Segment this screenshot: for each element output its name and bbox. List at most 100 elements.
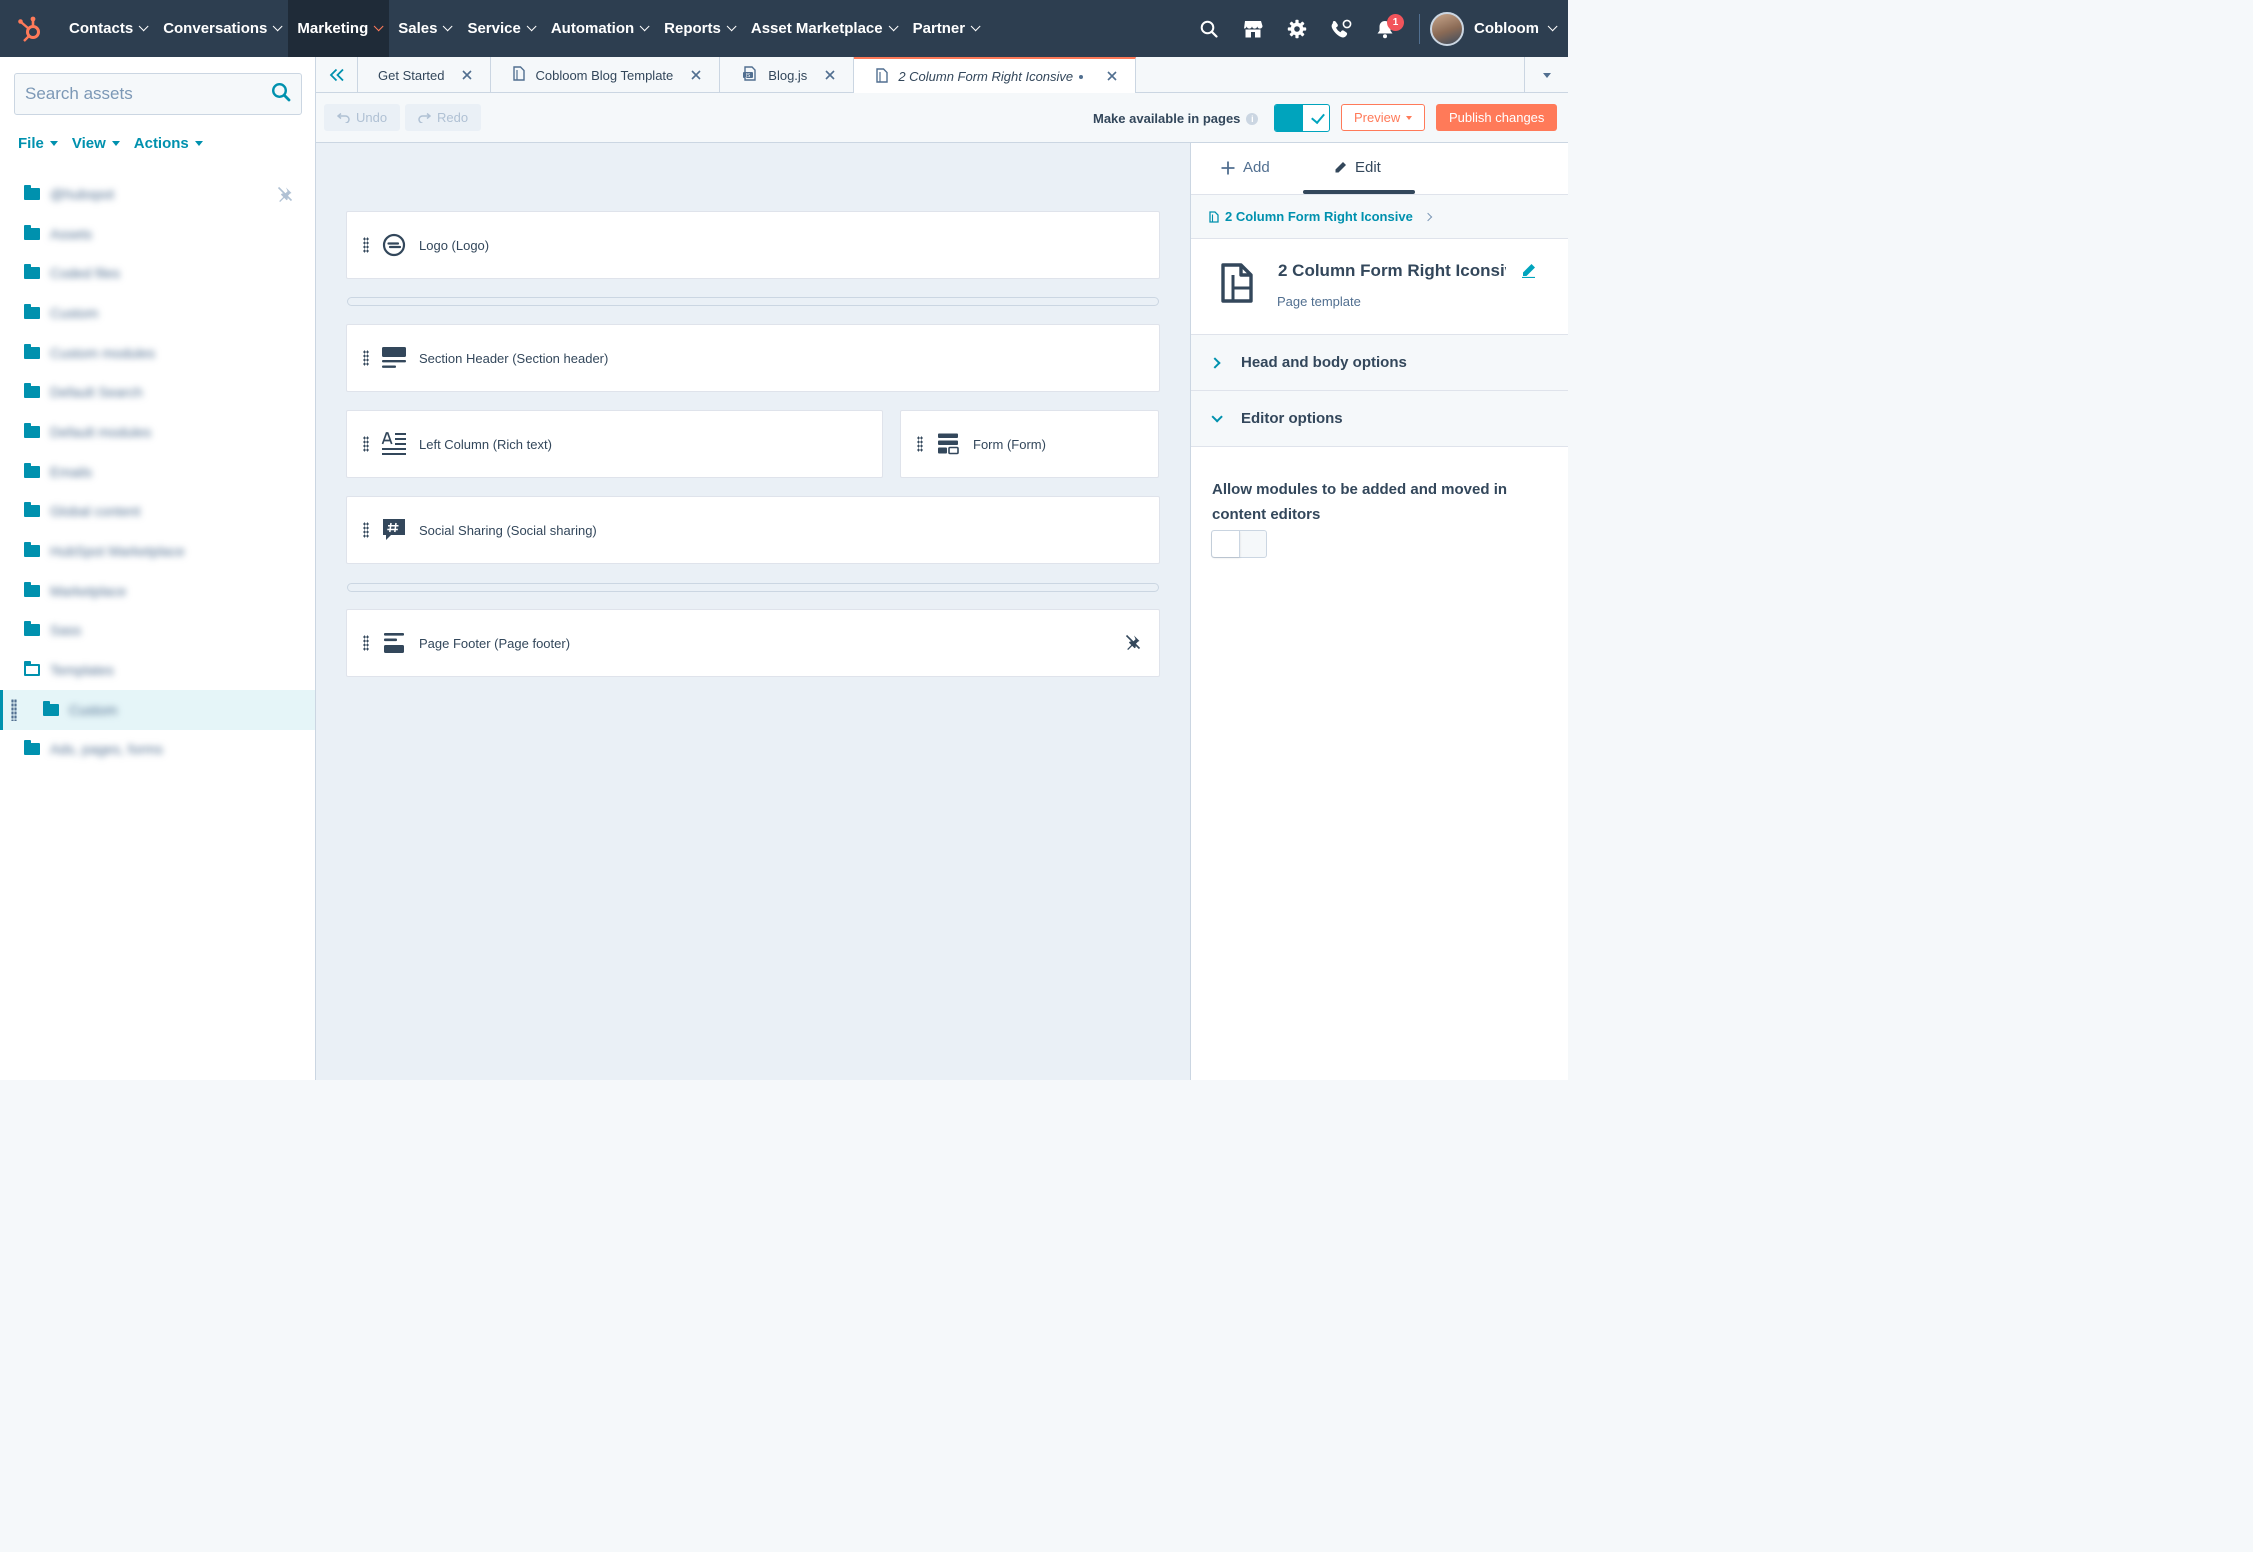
drag-handle-icon[interactable] [363, 635, 369, 651]
collapse-sidebar-button[interactable] [316, 57, 358, 93]
tree-folder[interactable]: Assets [0, 214, 315, 254]
tree-folder[interactable]: Custom [0, 293, 315, 333]
search-icon[interactable] [1187, 0, 1231, 57]
nav-sales[interactable]: Sales [389, 0, 458, 57]
view-menu[interactable]: View [72, 135, 120, 152]
notifications-bell-icon[interactable]: 1 [1363, 0, 1407, 57]
page-footer-icon [381, 630, 407, 656]
drag-handle-icon[interactable] [11, 698, 17, 721]
chevron-down-icon [888, 21, 899, 32]
module-logo[interactable]: Logo (Logo) [346, 211, 1160, 279]
notification-count-badge: 1 [1387, 14, 1404, 31]
close-icon[interactable] [462, 68, 473, 83]
tree-folder[interactable]: Global content [0, 492, 315, 532]
tree-folder[interactable]: Emails [0, 452, 315, 492]
module-social-sharing[interactable]: Social Sharing (Social sharing) [346, 496, 1160, 564]
module-form[interactable]: Form (Form) [900, 410, 1159, 478]
file-menu[interactable]: File [18, 135, 58, 152]
marketplace-store-icon[interactable] [1231, 0, 1275, 57]
drag-handle-icon[interactable] [917, 436, 923, 452]
module-left-column[interactable]: Left Column (Rich text) [346, 410, 883, 478]
folder-icon [43, 700, 59, 716]
undo-label: Undo [356, 110, 388, 125]
tree-folder[interactable]: Custom modules [0, 333, 315, 373]
chevron-down-icon [443, 21, 454, 32]
make-available-toggle[interactable] [1274, 104, 1330, 132]
module-section-header[interactable]: Section Header (Section header) [346, 324, 1160, 392]
breadcrumb[interactable]: 2 Column Form Right Iconsive [1191, 195, 1568, 239]
search-icon[interactable] [271, 82, 291, 107]
folder-icon [24, 462, 40, 478]
tree-folder[interactable]: Default Search [0, 372, 315, 412]
tree-folder[interactable]: Marketplace [0, 571, 315, 611]
nav-contacts[interactable]: Contacts [60, 0, 154, 57]
info-icon[interactable]: i [1246, 112, 1259, 125]
tab-get-started[interactable]: Get Started [358, 57, 492, 93]
tab-edit[interactable]: Edit [1334, 159, 1381, 176]
nav-label: Sales [398, 20, 438, 37]
account-menu[interactable]: Cobloom [1474, 20, 1568, 37]
folder-label: Custom [50, 304, 99, 321]
preview-button[interactable]: Preview [1341, 104, 1426, 131]
folder-label: Assets [50, 225, 93, 242]
allow-modules-toggle[interactable] [1211, 530, 1267, 558]
tree-folder[interactable]: Default modules [0, 412, 315, 452]
user-avatar[interactable] [1430, 11, 1464, 46]
nav-reports[interactable]: Reports [655, 0, 742, 57]
folder-icon [24, 621, 40, 637]
search-assets-input[interactable] [25, 84, 271, 104]
template-file-icon [1209, 210, 1219, 223]
tabs-overflow-dropdown[interactable] [1524, 57, 1568, 93]
chevron-right-icon [1209, 356, 1221, 369]
nav-automation[interactable]: Automation [542, 0, 655, 57]
empty-row-spacer[interactable] [347, 297, 1159, 306]
drag-handle-icon[interactable] [363, 522, 369, 538]
publish-changes-button[interactable]: Publish changes [1436, 104, 1558, 131]
drag-handle-icon[interactable] [363, 436, 369, 452]
tree-folder-selected[interactable]: Custom [0, 689, 315, 730]
tab-blog-js[interactable]: JS Blog.js [720, 57, 855, 93]
folder-label: Global content [50, 503, 141, 520]
nav-marketing[interactable]: Marketing [288, 0, 390, 57]
tree-folder[interactable]: Coded files [0, 253, 315, 293]
settings-gear-icon[interactable] [1275, 0, 1319, 57]
module-label: Section Header (Section header) [419, 350, 609, 366]
actions-menu[interactable]: Actions [134, 135, 203, 152]
tab-cobloom-blog-template[interactable]: Cobloom Blog Template [491, 57, 721, 93]
editor-options-section[interactable]: Editor options [1191, 391, 1568, 447]
module-page-footer[interactable]: Page Footer (Page footer) [346, 609, 1160, 677]
unpin-icon[interactable] [277, 186, 293, 207]
calling-phone-icon[interactable] [1319, 0, 1363, 57]
tree-folder[interactable]: @hubspot [0, 174, 315, 214]
drag-handle-icon[interactable] [363, 237, 369, 253]
tab-2-column-form[interactable]: 2 Column Form Right Iconsive [854, 57, 1137, 94]
search-assets-box[interactable] [14, 73, 302, 115]
drag-handle-icon[interactable] [363, 350, 369, 366]
close-icon[interactable] [691, 68, 701, 83]
edit-pencil-icon[interactable] [1521, 263, 1536, 283]
undo-button[interactable]: Undo [324, 104, 401, 131]
nav-asset-marketplace[interactable]: Asset Marketplace [742, 0, 904, 57]
nav-partner[interactable]: Partner [904, 0, 987, 57]
hubspot-logo-icon[interactable] [0, 0, 60, 57]
chevron-down-icon [526, 21, 537, 32]
tree-folder[interactable]: Ads, pages, forms [0, 730, 315, 770]
close-icon[interactable] [825, 68, 835, 83]
close-icon[interactable] [1107, 69, 1117, 84]
folder-icon [24, 422, 40, 438]
form-module-icon [935, 431, 961, 457]
caret-down-icon [1406, 115, 1413, 120]
tree-folder[interactable]: Sass [0, 611, 315, 651]
redo-icon [418, 112, 431, 123]
tree-folder[interactable]: HubSpot Marketplace [0, 531, 315, 571]
head-body-options-section[interactable]: Head and body options [1191, 335, 1568, 391]
redo-button[interactable]: Redo [405, 104, 482, 131]
unpin-icon[interactable] [1125, 634, 1141, 655]
empty-row-spacer[interactable] [347, 583, 1159, 592]
nav-conversations[interactable]: Conversations [154, 0, 288, 57]
section-label: Editor options [1241, 410, 1343, 427]
nav-service[interactable]: Service [458, 0, 541, 57]
tree-folder-open[interactable]: Templates [0, 650, 315, 690]
tab-add[interactable]: Add [1221, 159, 1270, 176]
module-label: Form (Form) [973, 436, 1046, 452]
